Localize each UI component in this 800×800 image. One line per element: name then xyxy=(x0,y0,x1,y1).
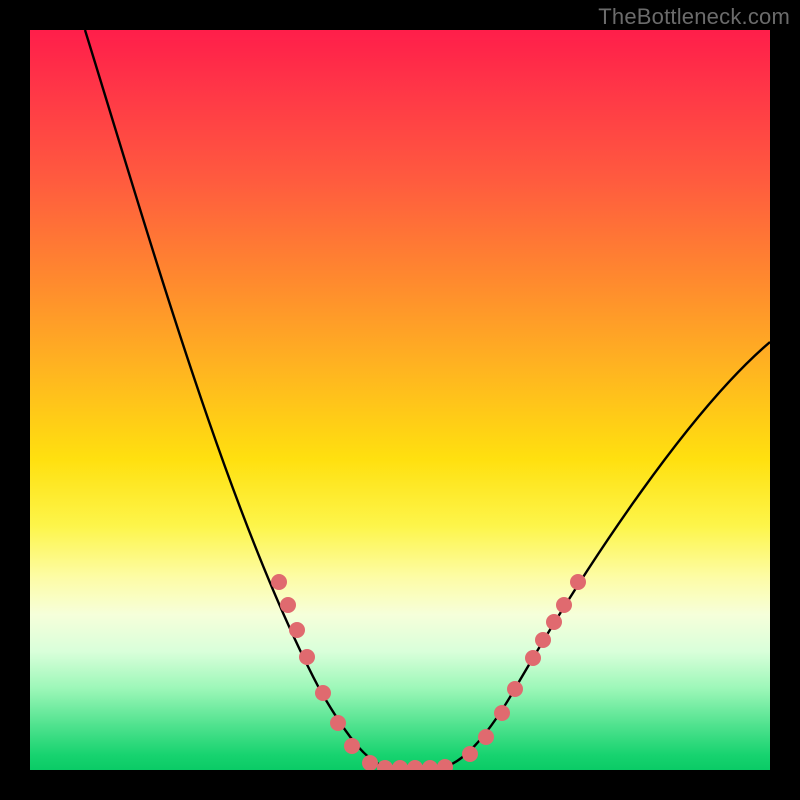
curve-marker xyxy=(570,574,586,590)
curve-marker xyxy=(422,760,438,770)
curve-marker xyxy=(535,632,551,648)
curve-marker xyxy=(330,715,346,731)
curve-marker xyxy=(344,738,360,754)
curve-marker xyxy=(377,760,393,770)
curve-marker xyxy=(525,650,541,666)
chart-frame xyxy=(30,30,770,770)
curve-marker xyxy=(271,574,287,590)
chart-svg xyxy=(30,30,770,770)
curve-marker xyxy=(507,681,523,697)
curve-marker xyxy=(407,760,423,770)
curve-marker xyxy=(299,649,315,665)
bottleneck-curve xyxy=(85,30,770,768)
curve-marker xyxy=(315,685,331,701)
curve-marker xyxy=(392,760,408,770)
curve-marker xyxy=(289,622,305,638)
curve-marker xyxy=(280,597,296,613)
watermark-text: TheBottleneck.com xyxy=(598,4,790,30)
curve-marker xyxy=(494,705,510,721)
curve-marker xyxy=(478,729,494,745)
curve-marker xyxy=(362,755,378,770)
curve-marker xyxy=(556,597,572,613)
curve-marker xyxy=(546,614,562,630)
marker-group xyxy=(271,574,586,770)
curve-marker xyxy=(437,759,453,770)
curve-marker xyxy=(462,746,478,762)
